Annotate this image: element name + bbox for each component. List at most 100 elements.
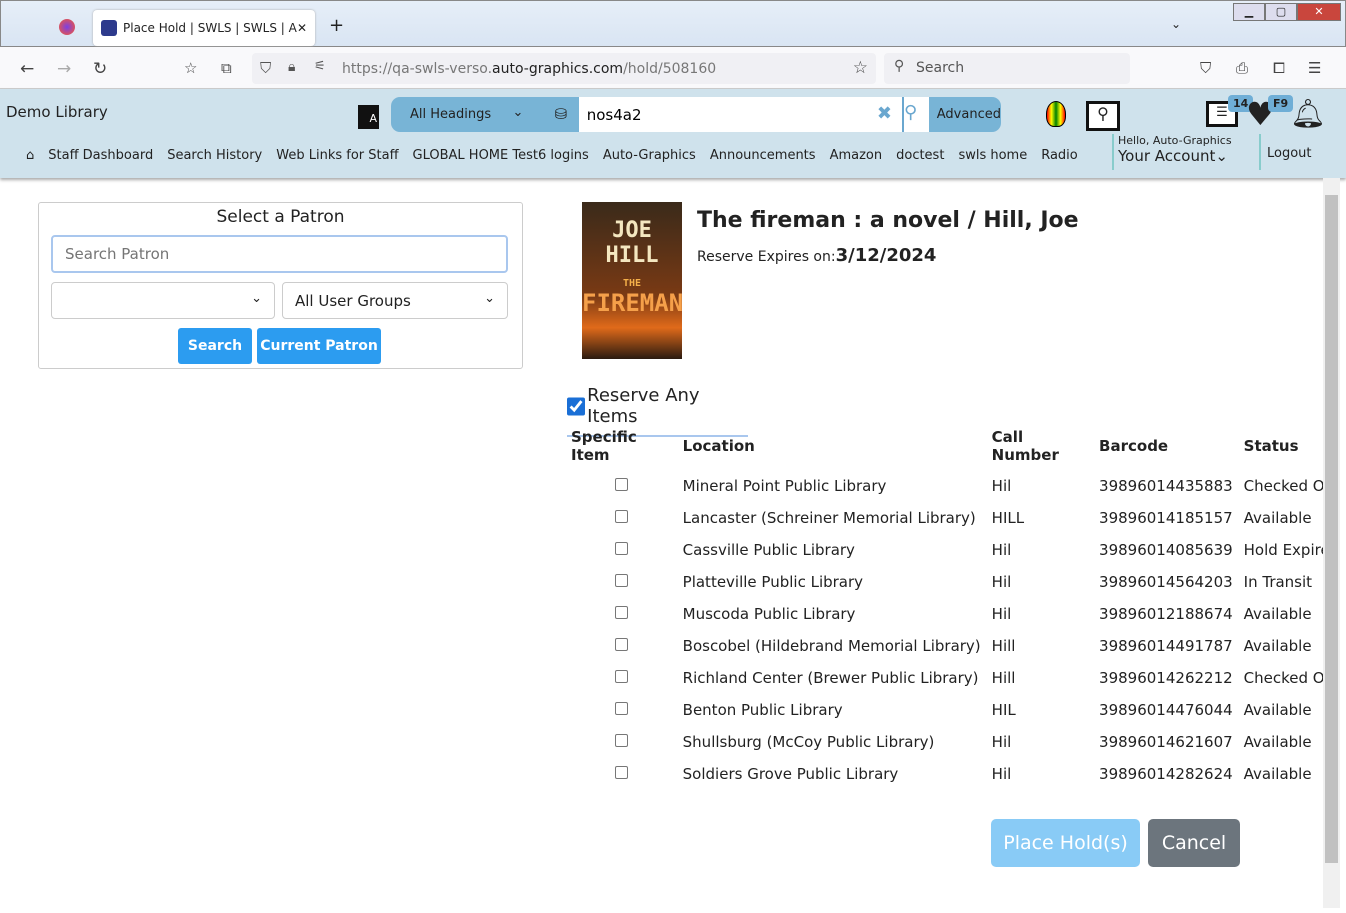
catalog-search-icon[interactable]: ⚲ xyxy=(1086,101,1120,131)
browser-search[interactable]: ⚲ Search xyxy=(884,53,1130,84)
table-row: Boscobel (Hildebrand Memorial Library) Hi… xyxy=(566,630,1346,662)
forward-icon[interactable]: → xyxy=(57,59,71,79)
library-name[interactable]: Demo Library xyxy=(6,103,108,121)
url-bar[interactable]: ⛉ 🔒︎ ⚟ https://qa-swls-verso.auto-graphi… xyxy=(252,53,876,84)
close-window-icon[interactable]: ✕ xyxy=(1297,3,1341,21)
specific-item-checkbox[interactable] xyxy=(614,574,628,587)
chevron-down-icon: ⌄ xyxy=(512,105,524,120)
bell-icon[interactable]: 🔔︎ xyxy=(1290,97,1326,130)
cell: Hil xyxy=(991,477,1012,495)
place-hold-button[interactable]: Place Hold(s) xyxy=(991,819,1140,867)
nav-links: ⌂ Staff Dashboard Search History Web Lin… xyxy=(26,148,1078,163)
link-doctest[interactable]: doctest xyxy=(896,148,944,163)
reserve-any-checkbox[interactable] xyxy=(567,396,586,416)
menu-icon[interactable]: ☰ xyxy=(1308,59,1321,77)
specific-item-checkbox[interactable] xyxy=(614,702,628,715)
firefox-icon xyxy=(59,19,75,35)
new-tab-icon[interactable]: + xyxy=(329,15,344,36)
share-icon[interactable]: ⧉ xyxy=(221,59,232,77)
cell: Hil xyxy=(991,733,1012,751)
panel-title: Select a Patron xyxy=(216,207,345,227)
cell: HILL xyxy=(991,509,1025,527)
search-icon[interactable]: ⚲ xyxy=(902,97,929,132)
specific-item-checkbox[interactable] xyxy=(614,510,628,523)
tab-list-chevron-icon[interactable]: ⌄ xyxy=(1171,17,1181,31)
extensions-icon[interactable]: ⧠ xyxy=(1273,59,1285,77)
patron-field-dropdown[interactable]: ⌄ xyxy=(51,282,275,319)
table-row: Cassville Public Library Hil 3989601408563… xyxy=(566,534,1346,566)
specific-item-checkbox[interactable] xyxy=(614,478,628,491)
browser-tab-bar: Place Hold | SWLS | SWLS | Auto-Graphics… xyxy=(0,0,1346,47)
clear-icon[interactable]: ✖ xyxy=(866,97,903,132)
print-icon[interactable]: ⎙ xyxy=(1236,59,1248,77)
shield-icon[interactable]: ⛉ xyxy=(260,59,271,77)
specific-item-checkbox[interactable] xyxy=(614,766,628,779)
link-amazon[interactable]: Amazon xyxy=(830,148,883,163)
link-announcements[interactable]: Announcements xyxy=(710,148,816,163)
cell: 39896012188674 xyxy=(1099,605,1233,623)
browser-tab[interactable]: Place Hold | SWLS | SWLS | Auto-Graphics… xyxy=(93,10,315,46)
back-icon[interactable]: ← xyxy=(20,59,34,79)
logout-link[interactable]: Logout xyxy=(1259,134,1312,170)
minimize-icon[interactable]: ▁ xyxy=(1233,3,1265,21)
specific-item-checkbox[interactable] xyxy=(614,638,628,651)
table-row: Shullsburg (McCoy Public Library) Hil 3989… xyxy=(566,726,1346,758)
cancel-button[interactable]: Cancel xyxy=(1148,819,1240,867)
book-cover: JOE HILL THE FIREMAN xyxy=(582,202,683,359)
link-global-home[interactable]: GLOBAL HOME Test6 logins xyxy=(413,148,589,163)
bookmark-import-icon[interactable]: ☆ xyxy=(184,59,197,77)
user-group-dropdown[interactable]: All User Groups ⌄ xyxy=(282,282,508,319)
cell: 39896014262212 xyxy=(1099,669,1233,687)
link-web-links[interactable]: Web Links for Staff xyxy=(276,148,398,163)
database-icon[interactable]: ⛁ xyxy=(543,97,578,132)
star-icon[interactable]: ☆ xyxy=(853,58,868,78)
link-swls-home[interactable]: swls home xyxy=(958,148,1027,163)
cell: Lancaster (Schreiner Memorial Library) xyxy=(682,509,976,527)
scrollbar-thumb[interactable] xyxy=(1325,195,1338,863)
link-staff-dashboard[interactable]: Staff Dashboard xyxy=(48,148,153,163)
pocket-icon[interactable]: ⛉ xyxy=(1200,59,1211,77)
specific-item-checkbox[interactable] xyxy=(614,734,628,747)
table-row: Richland Center (Brewer Public Library) H… xyxy=(566,662,1346,694)
cell: 39896014185157 xyxy=(1099,509,1233,527)
maximize-icon[interactable]: ▢ xyxy=(1265,3,1297,21)
column-header: Barcode xyxy=(1099,437,1169,455)
language-icon[interactable]: A xyxy=(358,105,379,129)
search-input[interactable] xyxy=(578,97,867,132)
column-header: Call Number xyxy=(991,428,1059,464)
account-menu[interactable]: Hello, Auto-Graphics Your Account⌄ xyxy=(1112,134,1232,170)
current-patron-button[interactable]: Current Patron xyxy=(257,328,381,364)
link-auto-graphics[interactable]: Auto-Graphics xyxy=(603,148,696,163)
link-radio[interactable]: Radio xyxy=(1041,148,1078,163)
search-button[interactable]: Search xyxy=(178,328,252,364)
cell: 39896014282624 xyxy=(1099,765,1233,783)
advanced-search-button[interactable]: Advanced xyxy=(929,97,1001,132)
cell: Muscoda Public Library xyxy=(682,605,856,623)
search-type-dropdown[interactable]: All Headings ⌄ xyxy=(391,97,543,132)
cell: Mineral Point Public Library xyxy=(682,477,887,495)
site-favicon xyxy=(101,20,117,36)
link-search-history[interactable]: Search History xyxy=(167,148,262,163)
reserve-expires: Reserve Expires on:3/12/2024 xyxy=(697,245,937,266)
browser-nav-bar: ← → ↻ ☆ ⧉ ⛉ 🔒︎ ⚟ https://qa-swls-verso.a… xyxy=(0,47,1346,89)
column-header: Location xyxy=(682,437,755,455)
cell: Richland Center (Brewer Public Library) xyxy=(682,669,979,687)
specific-item-checkbox[interactable] xyxy=(614,542,628,555)
balloon-icon[interactable] xyxy=(1046,101,1066,127)
table-row: Soldiers Grove Public Library Hil 39896014… xyxy=(566,758,1346,790)
close-tab-icon[interactable]: ✕ xyxy=(297,21,307,35)
lock-icon[interactable]: 🔒︎ xyxy=(288,59,295,75)
cell: 39896014491787 xyxy=(1099,637,1233,655)
search-patron-input[interactable] xyxy=(51,235,508,273)
table-row: Muscoda Public Library Hil 39896012188674 A… xyxy=(566,598,1346,630)
home-icon[interactable]: ⌂ xyxy=(26,148,34,163)
search-bar: All Headings⌄ ⛁ ✖ ⚲ Advanced xyxy=(391,97,1001,132)
cell: Hill xyxy=(991,637,1016,655)
cell: 39896014564203 xyxy=(1099,573,1233,591)
reload-icon[interactable]: ↻ xyxy=(93,59,107,79)
specific-item-checkbox[interactable] xyxy=(614,670,628,683)
select-patron-panel: Select a Patron ⌄ All User Groups⌄ Searc… xyxy=(38,202,523,369)
permissions-icon[interactable]: ⚟ xyxy=(314,59,326,74)
specific-item-checkbox[interactable] xyxy=(614,606,628,619)
cell: Hill xyxy=(991,669,1016,687)
